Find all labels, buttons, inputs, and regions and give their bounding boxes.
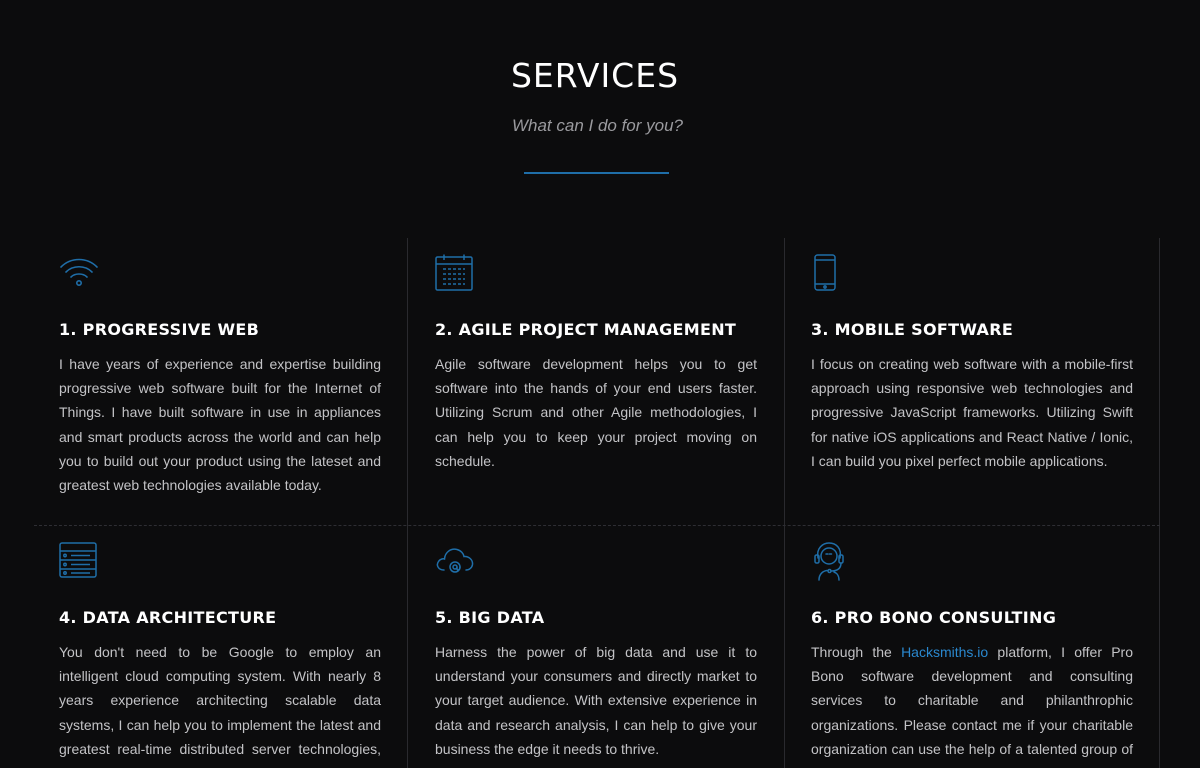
service-description: Through the Hacksmiths.io platform, I of… [811,640,1133,768]
row-divider [34,525,1160,526]
service-card-big-data: 5. BIG DATA Harness the power of big dat… [435,542,757,768]
section-subtitle: What can I do for you? [511,116,684,135]
service-title: 1. PROGRESSIVE WEB [59,320,260,339]
headset-support-icon [811,542,851,582]
services-page: SERVICES What can I do for you? 1. PROGR… [0,0,1200,768]
mobile-phone-icon [811,254,851,294]
service-title: 3. MOBILE SOFTWARE [811,320,1014,339]
service-description: I have years of experience and expertise… [59,356,381,494]
service-description: Agile software development helps you to … [435,356,757,469]
service-description: You don't need to be Google to employ an… [59,644,381,768]
service-description-start: Through the [811,644,902,660]
services-grid: 1. PROGRESSIVE WEB I have years of exper… [34,238,1160,768]
cloud-at-icon [435,542,475,582]
service-title: 6. PRO BONO CONSULTING [811,608,1057,627]
service-title: 4. DATA ARCHITECTURE [59,608,277,627]
service-description: I focus on creating web software with a … [811,356,1133,469]
section-title: SERVICES [510,56,680,95]
server-icon [59,542,99,582]
service-description: Harness the power of big data and use it… [435,644,757,757]
column-divider [784,238,785,768]
calendar-icon [435,254,475,294]
service-card-mobile: 3. MOBILE SOFTWARE I focus on creating w… [811,254,1133,524]
service-card-progressive-web: 1. PROGRESSIVE WEB I have years of exper… [59,254,381,524]
service-title: 5. BIG DATA [435,608,545,627]
column-divider [407,238,408,768]
wifi-icon [59,254,99,294]
service-card-agile: 2. AGILE PROJECT MANAGEMENT Agile softwa… [435,254,757,524]
service-description-end: platform, I offer Pro Bono software deve… [811,644,1133,768]
service-title: 2. AGILE PROJECT MANAGEMENT [435,320,737,339]
service-card-data-architecture: 4. DATA ARCHITECTURE You don't need to b… [59,542,381,768]
service-card-pro-bono: 6. PRO BONO CONSULTING Through the Hacks… [811,542,1133,768]
title-divider [524,172,669,174]
column-divider [1159,238,1160,768]
hacksmiths-link[interactable]: Hacksmiths.io [901,644,988,660]
